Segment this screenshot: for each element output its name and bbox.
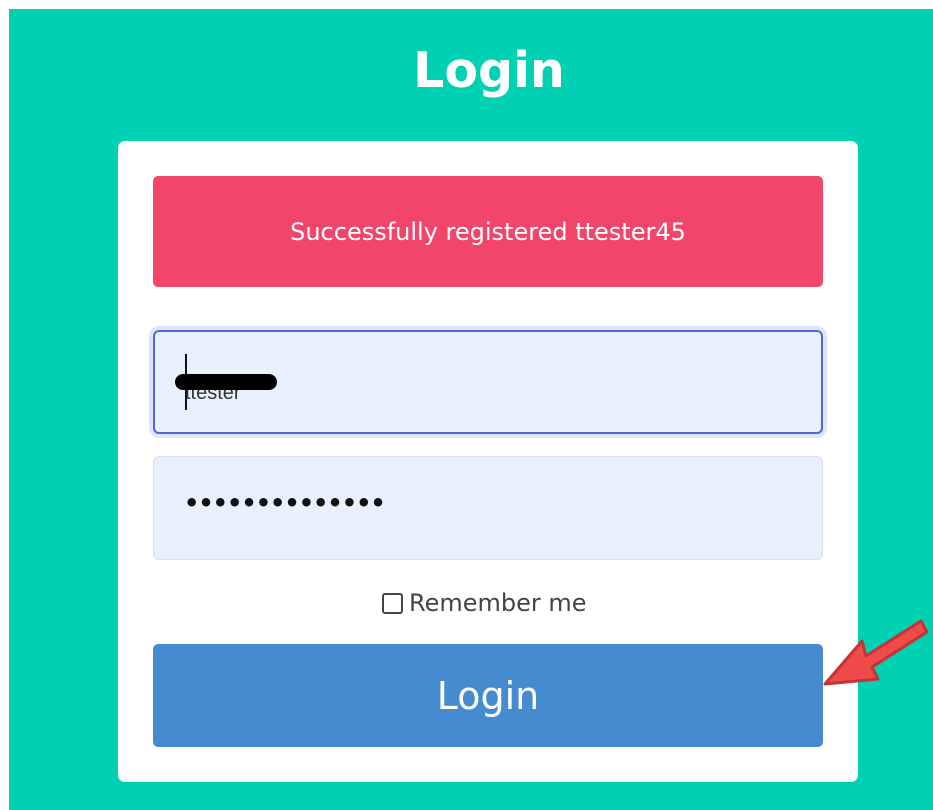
login-button-label: Login [436, 673, 540, 718]
remember-me-checkbox[interactable] [382, 592, 403, 614]
login-button[interactable]: Login [153, 644, 823, 747]
page-title: Login [413, 42, 565, 99]
password-mask: •••••••••••••• [184, 489, 386, 517]
password-input[interactable]: •••••••••••••• [153, 456, 823, 560]
notification-message: Successfully registered ttester45 [290, 217, 686, 246]
red-arrow-icon [823, 619, 929, 686]
remember-me-control[interactable]: Remember me [382, 586, 587, 620]
success-notification: Successfully registered ttester45 [153, 176, 823, 287]
username-input[interactable]: ttester [153, 330, 823, 434]
redaction-mark [175, 374, 277, 390]
remember-me-label: Remember me [409, 589, 587, 617]
